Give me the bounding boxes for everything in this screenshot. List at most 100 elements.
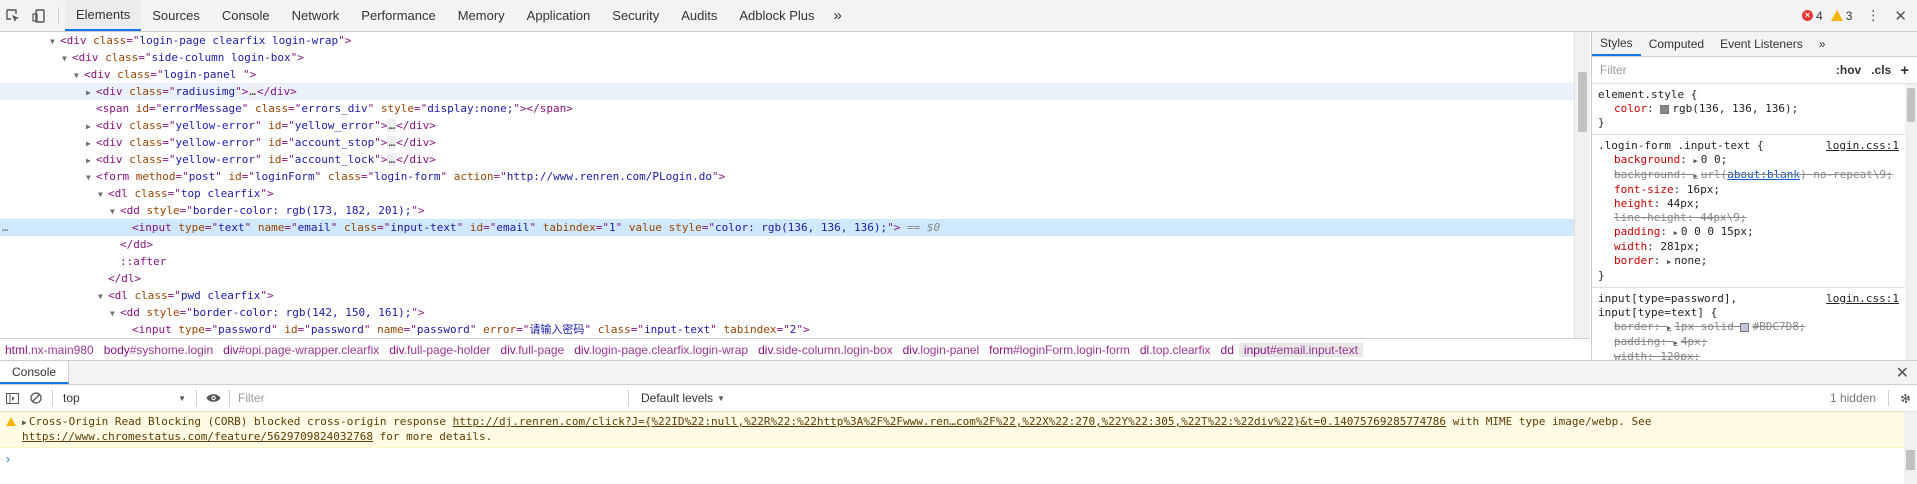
class-toggle[interactable]: .cls (1866, 63, 1896, 77)
breadcrumb-item[interactable]: html.nx-main980 (0, 343, 99, 357)
warning-badge[interactable]: 3 (1830, 9, 1852, 23)
style-declaration[interactable]: border: ▶ 1px solid #BDC7D8; (1598, 320, 1911, 335)
collapsed-triangle-icon[interactable]: ▶ (86, 135, 96, 152)
shorthand-expand-icon[interactable]: ▶ (1693, 172, 1697, 180)
property-value[interactable]: 44px; (1667, 197, 1700, 210)
tab-network[interactable]: Network (281, 0, 351, 31)
rule-selector[interactable]: input[type=text] { (1598, 306, 1911, 320)
expand-triangle-icon[interactable]: ▶ (22, 418, 27, 427)
console-settings-gear-icon[interactable] (1893, 392, 1917, 405)
dom-node-row[interactable]: ▼ <dl class="pwd clearfix"> (0, 287, 1574, 304)
property-value[interactable]: 1px solid (1674, 320, 1740, 333)
style-rule[interactable]: element.style {color: rgb(136, 136, 136)… (1592, 84, 1917, 135)
clear-console-icon[interactable] (24, 392, 48, 404)
elements-scrollbar[interactable] (1574, 32, 1590, 338)
expanded-triangle-icon[interactable]: ▼ (98, 288, 108, 305)
property-value[interactable]: rgb(136, 136, 136); (1672, 102, 1798, 115)
drawer-tab-console[interactable]: Console (0, 361, 70, 384)
dom-node-row[interactable]: ▼ <div class="login-panel "> (0, 66, 1574, 83)
property-value[interactable]: 281px; (1660, 240, 1700, 253)
property-value[interactable]: 44px\9; (1700, 211, 1746, 224)
inspect-element-icon[interactable] (0, 0, 26, 31)
dom-node-row[interactable]: ▼ <dd style="border-color: rgb(173, 182, … (0, 202, 1574, 219)
expanded-triangle-icon[interactable]: ▼ (98, 186, 108, 203)
tab-security[interactable]: Security (601, 0, 670, 31)
shorthand-expand-icon[interactable]: ▶ (1674, 339, 1678, 347)
dom-node-row[interactable]: ▼ <dl class="top clearfix"> (0, 185, 1574, 202)
live-expression-eye-icon[interactable] (201, 393, 225, 403)
property-value[interactable]: #BDC7D8; (1752, 320, 1805, 333)
console-prompt[interactable]: › (0, 448, 1917, 470)
property-name[interactable]: border (1614, 320, 1654, 333)
property-value[interactable]: 4px; (1681, 335, 1708, 348)
style-declaration[interactable]: width: 120px; (1598, 350, 1911, 360)
elements-tree[interactable]: ▼ <div class="login-page clearfix login-w… (0, 32, 1574, 338)
styles-filter-input[interactable] (1596, 63, 1831, 77)
dom-node-row[interactable]: </dl> (0, 270, 1574, 287)
style-declaration[interactable]: padding: ▶ 0 0 0 15px; (1598, 225, 1911, 240)
breadcrumb-item[interactable]: div.full-page (495, 343, 569, 357)
property-name[interactable]: width (1614, 350, 1647, 360)
property-name[interactable]: line-height (1614, 211, 1687, 224)
property-name[interactable]: height (1614, 197, 1654, 210)
context-select[interactable]: top ▼ (57, 391, 192, 405)
expanded-triangle-icon[interactable]: ▼ (50, 33, 60, 50)
style-rule[interactable]: .login-form .input-text {login.css:1 back… (1592, 135, 1917, 288)
property-name[interactable]: padding (1614, 225, 1660, 238)
device-toolbar-icon[interactable] (26, 0, 52, 31)
breadcrumb-item[interactable]: dd (1216, 343, 1239, 357)
dom-node-row[interactable]: ::after (0, 253, 1574, 270)
breadcrumb-item[interactable]: div.login-page.clearfix.login-wrap (569, 343, 753, 357)
collapsed-triangle-icon[interactable]: ▶ (86, 84, 96, 101)
breadcrumb-item[interactable]: div.login-panel (898, 343, 985, 357)
console-warning-message[interactable]: ▶ Cross-Origin Read Blocking (CORB) block… (0, 412, 1917, 448)
console-messages[interactable]: ▶ Cross-Origin Read Blocking (CORB) block… (0, 412, 1917, 484)
dom-node-row[interactable]: </dd> (0, 236, 1574, 253)
style-rule[interactable]: input[type=password], input[type=text] {l… (1592, 288, 1917, 360)
console-filter-input[interactable] (234, 391, 624, 405)
breadcrumb-item[interactable]: div.full-page-holder (384, 343, 495, 357)
property-value[interactable]: 0 0 0 15px; (1681, 225, 1754, 238)
warning-url-link[interactable]: http://dj.renren.com/click?J={%22ID%22:n… (453, 415, 1446, 428)
styles-tab-styles[interactable]: Styles (1592, 32, 1641, 56)
style-declaration[interactable]: background: ▶ url(about:blank) no-repeat\… (1598, 168, 1911, 183)
tab-application[interactable]: Application (516, 0, 602, 31)
shorthand-expand-icon[interactable]: ▶ (1674, 229, 1678, 237)
dom-node-row[interactable]: ▶ <div class="radiusimg">…</div> (0, 83, 1574, 100)
shorthand-expand-icon[interactable]: ▶ (1667, 324, 1671, 332)
color-swatch[interactable] (1740, 322, 1750, 332)
rule-source-link[interactable]: login.css:1 (1826, 292, 1899, 306)
style-declaration[interactable]: background: ▶ 0 0; (1598, 153, 1911, 168)
property-value[interactable]: 120px; (1660, 350, 1700, 360)
property-name[interactable]: font-size (1614, 183, 1674, 196)
dom-node-row[interactable]: ▼ <div class="side-column login-box"> (0, 49, 1574, 66)
breadcrumb-item[interactable]: dl.top.clearfix (1135, 343, 1216, 357)
shorthand-expand-icon[interactable]: ▶ (1667, 258, 1671, 266)
color-swatch[interactable] (1660, 104, 1670, 114)
breadcrumb-item[interactable]: input#email.input-text (1238, 342, 1363, 357)
property-value[interactable]: none; (1674, 254, 1707, 267)
styles-scrollbar[interactable] (1905, 84, 1917, 360)
chromestatus-link[interactable]: https://www.chromestatus.com/feature/562… (22, 430, 373, 443)
dom-node-row[interactable]: <input type="password" id="password" nam… (0, 321, 1574, 338)
breadcrumb-item[interactable]: form#loginForm.login-form (984, 343, 1135, 357)
scrollbar-thumb[interactable] (1906, 450, 1915, 470)
tab-elements[interactable]: Elements (65, 0, 142, 31)
more-styles-tabs-button[interactable]: » (1811, 32, 1834, 56)
property-name[interactable]: border (1614, 254, 1654, 267)
node-actions-ellipsis[interactable]: … (2, 219, 9, 236)
property-name[interactable]: color (1614, 102, 1647, 115)
dom-node-row[interactable]: <span id="errorMessage" class="errors_di… (0, 100, 1574, 117)
dom-node-row[interactable]: ▶ <div class="yellow-error" id="yellow_er… (0, 117, 1574, 134)
close-drawer-icon[interactable]: ✕ (1896, 361, 1909, 384)
tab-sources[interactable]: Sources (141, 0, 211, 31)
shorthand-expand-icon[interactable]: ▶ (1693, 157, 1697, 165)
property-name[interactable]: width (1614, 240, 1647, 253)
expanded-triangle-icon[interactable]: ▼ (86, 169, 96, 186)
tab-memory[interactable]: Memory (447, 0, 516, 31)
style-declaration[interactable]: border: ▶ none; (1598, 254, 1911, 269)
style-declaration[interactable]: padding: ▶ 4px; (1598, 335, 1911, 350)
tab-performance[interactable]: Performance (350, 0, 446, 31)
collapsed-triangle-icon[interactable]: ▶ (86, 118, 96, 135)
property-value[interactable]: 0 0; (1701, 153, 1728, 166)
